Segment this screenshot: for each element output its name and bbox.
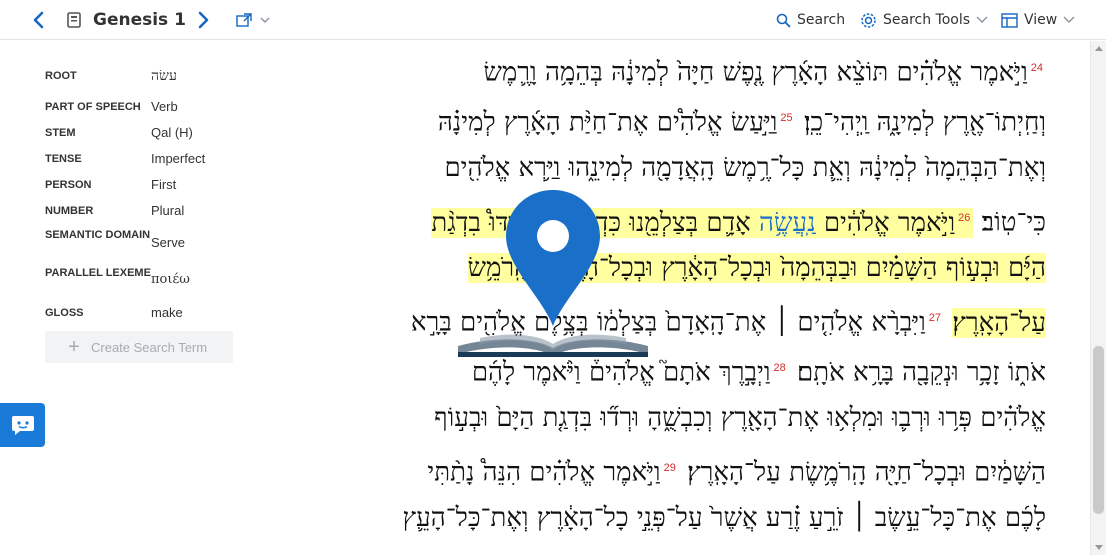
- info-key: PERSON: [45, 179, 92, 191]
- hebrew-text[interactable]: הַיָּ֜ם וּבְע֣וֹף הַשָּׁמַ֗יִם וּבַבְּהֵ…: [467, 253, 1046, 283]
- back-button[interactable]: [32, 0, 52, 40]
- hebrew-text[interactable]: וַיֹּ֣אמֶר אֱלֹהִ֗ים תּוֹצֵ֨א הָאָ֜רֶץ נ…: [483, 58, 1027, 88]
- search-icon: [776, 13, 791, 28]
- verse-number[interactable]: 26: [958, 212, 970, 224]
- popout-button[interactable]: [236, 0, 276, 40]
- text-line: אֱלֹהִ֗ים פְּר֥וּ וּרְב֛וּ וּמִלְא֥וּ אֶ…: [434, 394, 1046, 442]
- chevron-down-icon: [1063, 16, 1075, 23]
- reference-title[interactable]: Genesis 1: [93, 0, 186, 40]
- verse-number[interactable]: 25: [780, 112, 792, 124]
- hebrew-text[interactable]: וַיֹּ֣אמֶר אֱלֹהִ֔ים: [824, 208, 955, 238]
- text-line: עַל־הָאָֽרֶץ׃ 27וַיִּבְרָ֨א אֱלֹהִ֤ים ׀ …: [411, 294, 1046, 342]
- hebrew-text[interactable]: וְאֶת־הַבְּהֵמָה֙ לְמִינָ֔הּ וְאֵ֛ת כָּל…: [444, 153, 1046, 183]
- info-row-number: NUMBER Plural: [45, 203, 285, 219]
- scroll-down-arrow[interactable]: [1095, 545, 1103, 550]
- word-info-panel: ROOT עשׂה PART OF SPEECH Verb STEM Qal (…: [0, 41, 300, 555]
- text-line: כִּי־טֽוֹב׃ 26וַיֹּ֣אמֶר אֱלֹהִ֔ים נַֽעֲ…: [431, 194, 1046, 242]
- verse-number[interactable]: 28: [773, 362, 785, 374]
- info-value: עשׂה: [151, 68, 177, 84]
- info-value: make: [151, 305, 183, 320]
- info-key: ROOT: [45, 70, 77, 82]
- create-search-term-button[interactable]: + Create Search Term: [45, 331, 233, 363]
- text-line: לָכֶ֜ם אֶת־כָּל־עֵ֣שֶׂב ׀ זֹרֵ֣עַ זֶ֗רַע…: [402, 494, 1046, 542]
- book-icon: [67, 12, 81, 28]
- chat-button[interactable]: [0, 403, 45, 447]
- chat-icon: [11, 416, 34, 435]
- text-line: הַשָּׁמַ֔יִם וּבְכָל־חַיָּ֖ה הָֽרֹמֶ֥שֶׂ…: [427, 444, 1046, 492]
- info-value: Serve: [151, 235, 185, 250]
- text-line: וְחַֽיְתוֹ־אֶ֖רֶץ לְמִינָ֑הּ וַֽיְהִי־כֵ…: [438, 94, 1046, 142]
- book-selector-button[interactable]: [66, 0, 86, 40]
- info-row-gloss: GLOSS make: [45, 305, 285, 321]
- hebrew-text[interactable]: כִּי־טֽוֹב׃: [982, 208, 1046, 238]
- info-row-stem: STEM Qal (H): [45, 125, 285, 141]
- text-line: 24 וַיֹּ֣אמֶר אֱלֹהִ֗ים תּוֹצֵ֨א הָאָ֜רֶץ…: [483, 44, 1046, 92]
- info-row-part-of-speech: PART OF SPEECH Verb: [45, 99, 285, 115]
- chevron-down-icon: [260, 17, 270, 23]
- scroll-thumb[interactable]: [1093, 346, 1104, 514]
- info-row-semantic-domain: SEMANTIC DOMAIN Serve: [45, 227, 285, 251]
- view-button[interactable]: View: [1001, 0, 1075, 40]
- hebrew-text[interactable]: לָכֶ֜ם אֶת־כָּל־עֵ֣שֶׂב ׀ זֹרֵ֣עַ זֶ֗רַע…: [402, 503, 1046, 533]
- hebrew-text[interactable]: וַיִּבְרָ֨א אֱלֹהִ֤ים ׀ אֶת־הָֽאָדָם֙ בְ…: [411, 308, 926, 338]
- verse-number[interactable]: 29: [664, 462, 676, 474]
- hebrew-text[interactable]: אֱלֹהִ֗ים פְּר֥וּ וּרְב֛וּ וּמִלְא֥וּ אֶ…: [434, 403, 1046, 433]
- info-row-root: ROOT עשׂה: [45, 68, 285, 84]
- info-row-parallel-lexeme: PARALLEL LEXEME ποιέω: [45, 265, 285, 288]
- info-key: NUMBER: [45, 205, 94, 217]
- info-value: Plural: [151, 203, 185, 218]
- verse-number[interactable]: 24: [1031, 62, 1043, 74]
- hebrew-text[interactable]: וְחַֽיְתוֹ־אֶ֖רֶץ לְמִינָ֑הּ וַֽיְהִי־כֵ…: [804, 108, 1046, 138]
- info-value: Imperfect: [151, 151, 206, 166]
- search-tools-label: Search Tools: [883, 12, 971, 28]
- info-row-person: PERSON First: [45, 177, 285, 193]
- toolbar: Genesis 1 Search Search Tools View: [0, 0, 1106, 40]
- hebrew-text[interactable]: עַל־הָאָֽרֶץ׃: [952, 307, 1046, 338]
- info-key: PARALLEL LEXEME: [45, 267, 151, 279]
- selected-word[interactable]: נַֽעֲשֶׂ֥ה: [759, 208, 816, 238]
- hebrew-text[interactable]: הַשָּׁמַ֔יִם וּבְכָל־חַיָּ֖ה הָֽרֹמֶ֥שֶׂ…: [687, 458, 1046, 488]
- hebrew-text[interactable]: אָדָ֛ם בְּצַלְמֵ֖נוּ כִּדְמוּתֵ֑נוּ וְיִ…: [431, 208, 750, 238]
- scroll-up-arrow[interactable]: [1095, 46, 1103, 51]
- plus-icon: +: [68, 336, 80, 358]
- create-search-term-label: Create Search Term: [91, 339, 208, 355]
- hebrew-text[interactable]: וַיְבָ֣רֶךְ אֹתָם֮ אֱלֹהִים֒ וַיֹּ֨אמֶר …: [472, 358, 771, 388]
- verse-number[interactable]: 27: [929, 312, 941, 324]
- info-value: ποιέω: [151, 272, 190, 287]
- info-key: SEMANTIC DOMAIN: [45, 229, 151, 241]
- text-line: וְאֶת־הַבְּהֵמָה֙ לְמִינָ֔הּ וְאֵ֛ת כָּל…: [444, 144, 1046, 192]
- popout-icon: [236, 13, 252, 27]
- gear-icon: [861, 12, 876, 28]
- chevron-right-icon: [198, 11, 209, 29]
- text-line: הַיָּ֜ם וּבְע֣וֹף הַשָּׁמַ֗יִם וּבַבְּהֵ…: [467, 244, 1046, 292]
- hebrew-text[interactable]: וַיֹּ֣אמֶר אֱלֹהִ֗ים הִנֵּה֩ נָתַ֨תִּי: [427, 458, 660, 488]
- info-value: Verb: [151, 99, 178, 114]
- chevron-down-icon: [976, 16, 988, 23]
- search-label: Search: [797, 12, 846, 28]
- search-button[interactable]: Search: [776, 0, 845, 40]
- info-row-tense: TENSE Imperfect: [45, 151, 285, 167]
- info-key: PART OF SPEECH: [45, 101, 141, 113]
- forward-button[interactable]: [196, 0, 216, 40]
- hebrew-text[interactable]: וַיַּ֣עַשׂ אֱלֹהִ֩ים אֶת־חַיַּ֨ת הָאָ֜רֶ…: [438, 108, 778, 138]
- search-tools-button[interactable]: Search Tools: [860, 0, 988, 40]
- scripture-text-panel: 24 וַיֹּ֣אמֶר אֱלֹהִ֗ים תּוֹצֵ֨א הָאָ֜רֶץ…: [300, 41, 1090, 555]
- view-icon: [1001, 12, 1018, 28]
- chevron-left-icon: [33, 11, 44, 29]
- view-label: View: [1024, 12, 1058, 28]
- info-key: STEM: [45, 127, 76, 139]
- info-value: First: [151, 177, 177, 192]
- scrollbar[interactable]: [1090, 41, 1106, 555]
- hebrew-text[interactable]: אֹת֑וֹ זָכָ֥ר וּנְקֵבָ֖ה בָּרָ֥א אֹתָֽם׃: [797, 358, 1046, 388]
- info-key: GLOSS: [45, 307, 84, 319]
- info-value: Qal (H): [151, 125, 193, 140]
- info-key: TENSE: [45, 153, 82, 165]
- text-line: אֹת֑וֹ זָכָ֥ר וּנְקֵבָ֖ה בָּרָ֥א אֹתָֽם׃…: [472, 344, 1046, 392]
